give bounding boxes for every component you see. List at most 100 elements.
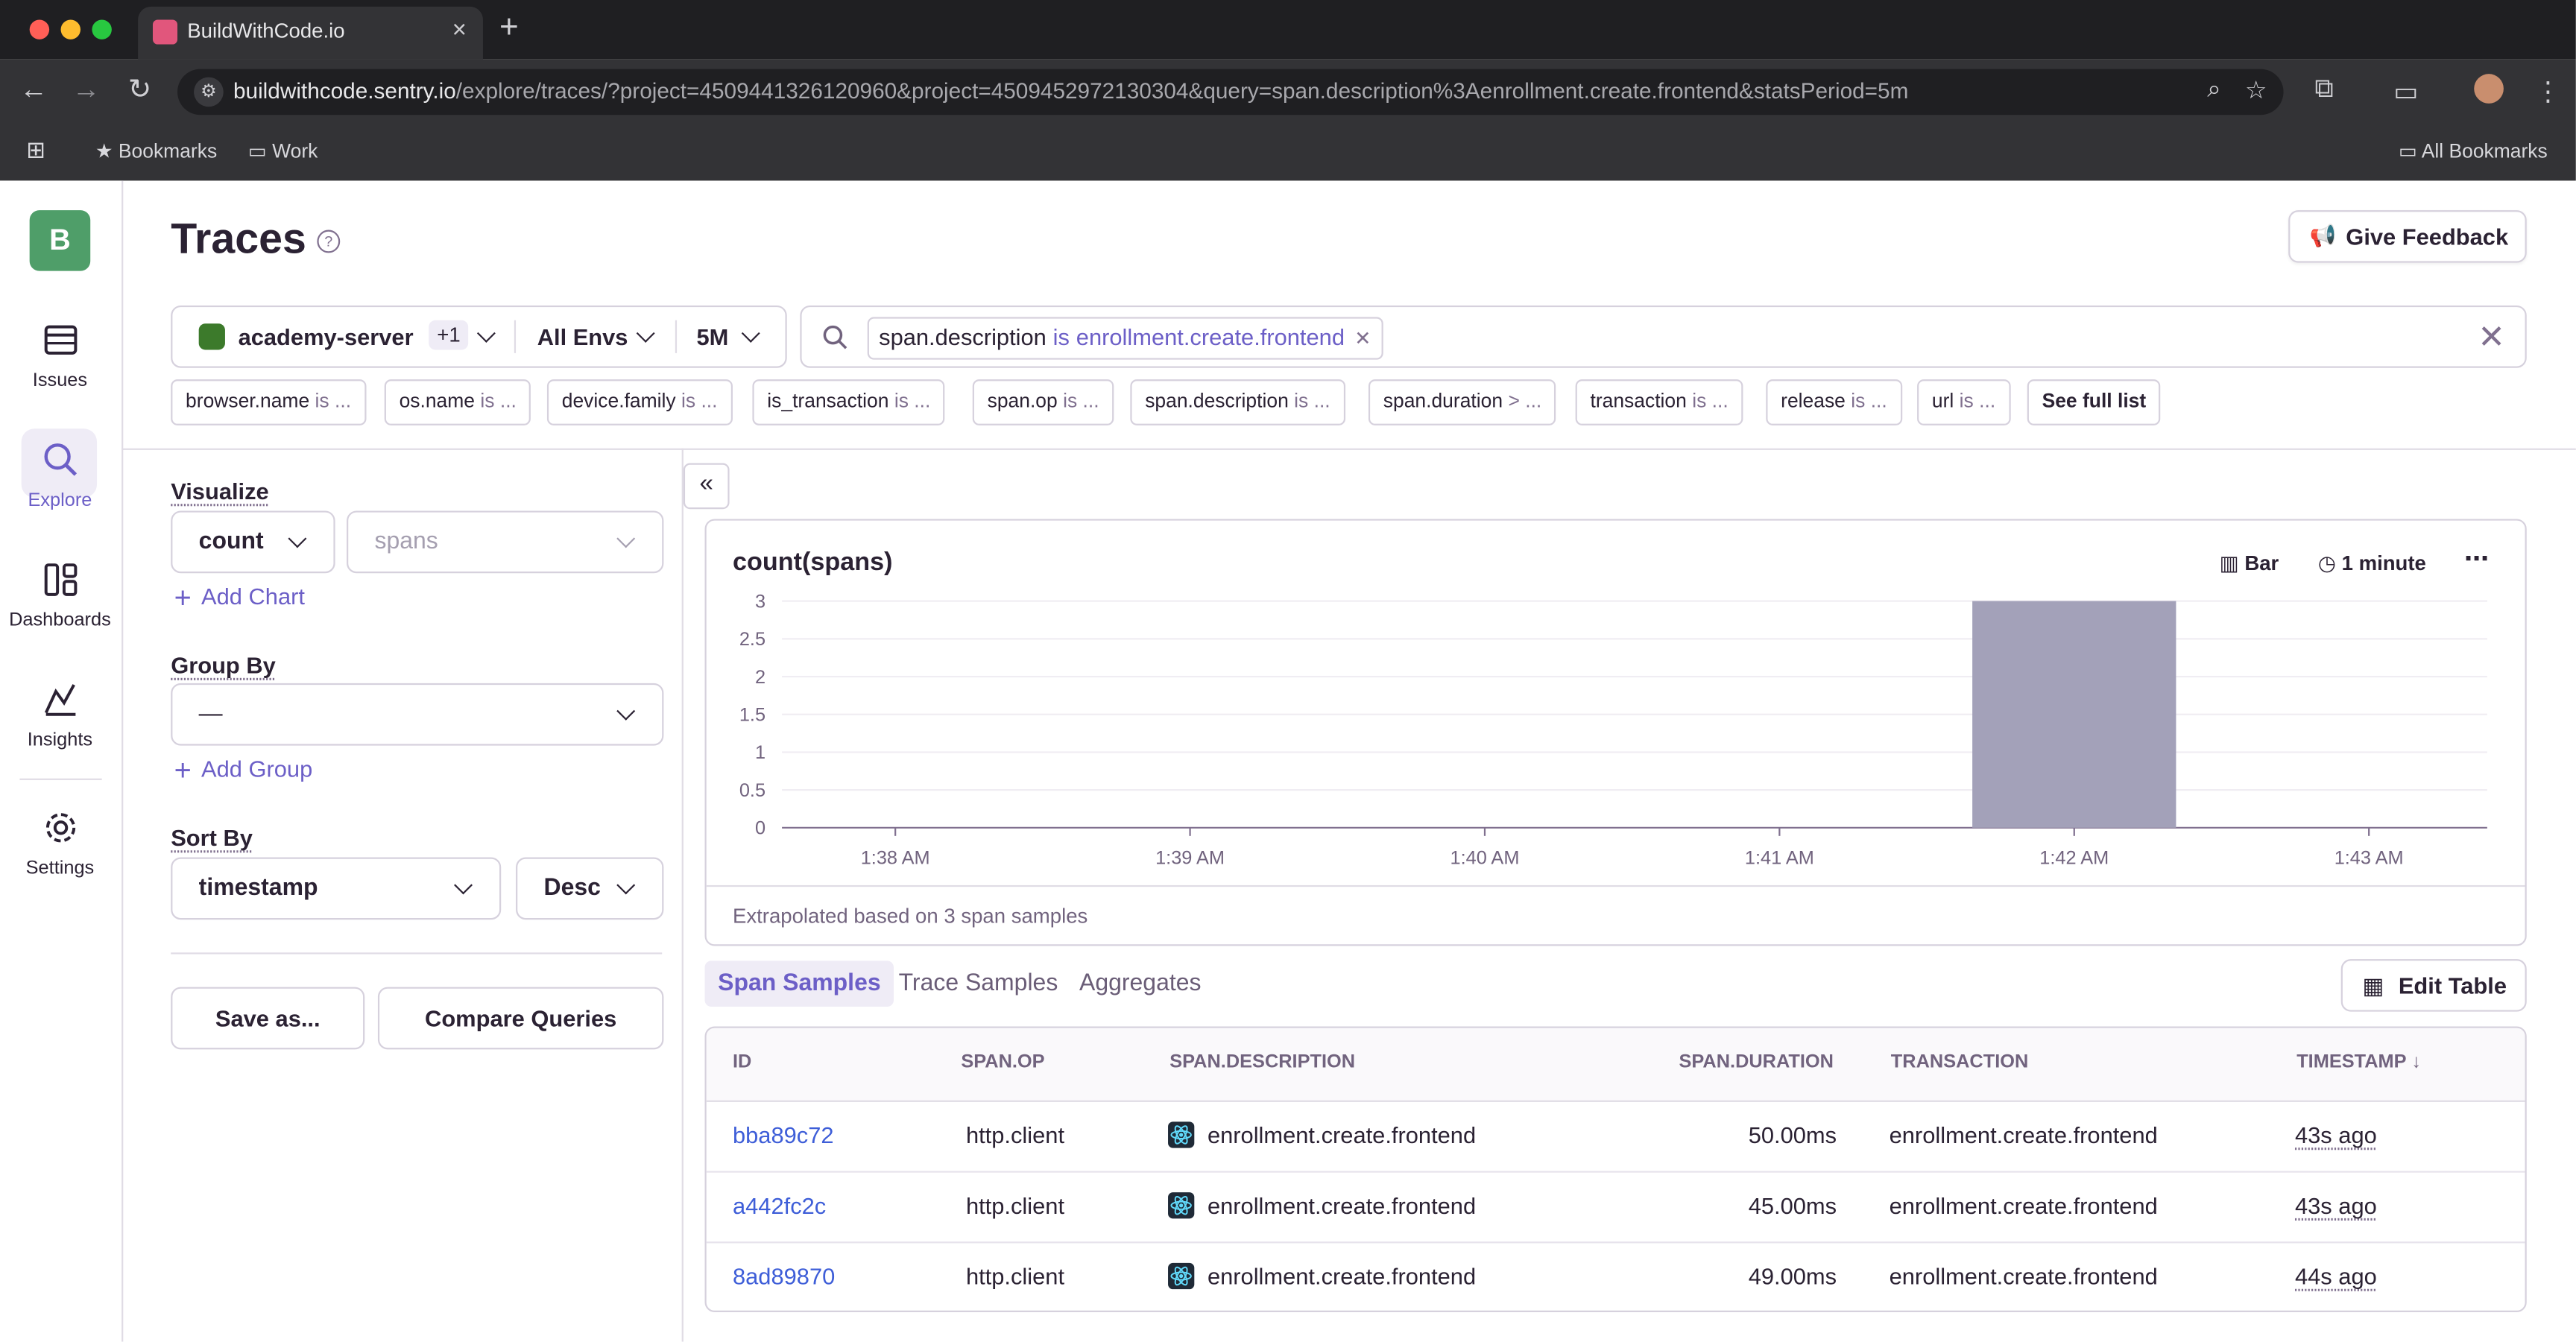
address-bar[interactable]: ⚙ buildwithcode.sentry.io/explore/traces… [177,69,2284,115]
y-tick-label: 0.5 [739,780,765,801]
column-header-timestamp[interactable]: TIMESTAMP ↓ [2296,1053,2421,1072]
column-header-transaction[interactable]: TRANSACTION [1891,1053,2028,1072]
site-info-icon[interactable]: ⚙ [194,77,224,107]
span-id-link[interactable]: a442fc2c [733,1192,826,1218]
visualize-function-select[interactable]: count [171,510,335,574]
reload-icon[interactable]: ↻ [128,74,151,107]
all-bookmarks[interactable]: ▭ All Bookmarks [2399,139,2548,162]
timestamp-cell[interactable]: 43s ago [2295,1121,2377,1148]
chart-bar[interactable] [1972,601,2176,828]
filter-suggestion-chip[interactable]: span.description is ... [1130,379,1345,425]
filter-suggestion-chip[interactable]: device.family is ... [546,379,733,425]
clear-search-icon[interactable]: ✕ [2478,317,2505,358]
menu-kebab-icon[interactable]: ⋮ [2535,75,2561,108]
divider [121,448,2576,450]
forward-arrow-icon[interactable]: → [72,74,100,107]
zoom-icon[interactable]: ⌕ [2207,75,2221,103]
chevron-down-icon [636,323,655,343]
column-header-span-description[interactable]: SPAN.DESCRIPTION [1169,1053,1355,1072]
filter-suggestion-chip[interactable]: url is ... [1917,379,2011,425]
help-icon[interactable]: ? [317,230,341,253]
apps-grid-icon[interactable]: ⊞ [26,136,45,164]
timestamp-cell[interactable]: 44s ago [2295,1263,2377,1289]
tab-span-samples[interactable]: Span Samples [704,960,894,1007]
sidebar-item-settings[interactable]: Settings [0,806,120,879]
environment-selector[interactable]: All Envs [517,307,670,366]
bookmark-bookmarks[interactable]: ★ Bookmarks [95,139,217,162]
span-description-cell: enrollment.create.frontend [1168,1121,1476,1148]
period-selector[interactable]: 5M [678,307,783,366]
divider [171,952,663,955]
profile-avatar[interactable] [2474,74,2504,104]
column-header-id[interactable]: ID [733,1053,751,1072]
timestamp-cell[interactable]: 43s ago [2295,1192,2377,1218]
give-feedback-button[interactable]: 📢 Give Feedback [2288,210,2527,263]
filter-suggestion-chip[interactable]: os.name is ... [384,379,531,425]
org-avatar[interactable]: B [29,210,91,271]
tab-aggregates[interactable]: Aggregates [1066,960,1214,1007]
dashboards-icon [43,563,77,596]
table-row[interactable]: bba89c72 http.client enrollment.create.fro… [706,1101,2525,1173]
save-as-button[interactable]: Save as... [171,987,365,1050]
bookmark-work[interactable]: ▭ Work [248,139,318,162]
search-input[interactable]: span.description is enrollment.create.fron… [800,305,2527,368]
sort-field-select[interactable]: timestamp [171,857,502,920]
filter-suggestion-chip[interactable]: transaction is ... [1575,379,1743,425]
new-tab-icon[interactable]: + [499,10,519,48]
group-by-label: Group By [171,651,276,679]
project-selector[interactable]: academy-server +1 [172,307,509,366]
close-window-button[interactable] [29,19,50,39]
chevron-down-icon [454,876,473,895]
see-full-list-button[interactable]: See full list [2027,379,2162,425]
span-id-link[interactable]: bba89c72 [733,1121,834,1148]
tab-trace-samples[interactable]: Trace Samples [886,960,1071,1007]
column-header-span-op[interactable]: SPAN.OP [961,1053,1044,1072]
project-count-badge: +1 [429,320,469,350]
issues-icon [43,325,77,355]
span-op-cell: http.client [965,1192,1065,1219]
maximize-window-button[interactable] [92,19,112,39]
sidebar: B Issues Explore Dashboards Insights Set… [0,180,124,1342]
edit-table-button[interactable]: ▦ Edit Table [2340,959,2527,1012]
column-header-span-duration[interactable]: SPAN.DURATION [1679,1053,1833,1072]
sort-desc-arrow-icon: ↓ [2411,1052,2421,1073]
table-row[interactable]: a442fc2c http.client enrollment.create.fro… [706,1171,2525,1244]
search-filter-token[interactable]: span.description is enrollment.create.fron… [867,317,1383,360]
sidebar-divider [19,778,102,780]
add-group-button[interactable]: + Add Group [174,754,313,788]
filter-suggestion-chip[interactable]: span.op is ... [972,379,1114,425]
filter-suggestion-chip[interactable]: browser.name is ... [171,379,366,425]
browser-tab[interactable]: BuildWithCode.io × [138,6,483,60]
span-duration-cell: 49.00ms [1748,1262,1837,1290]
compare-queries-button[interactable]: Compare Queries [377,987,664,1050]
group-by-select[interactable]: — [171,683,664,746]
browser-tabstrip: BuildWithCode.io × + [0,0,2576,60]
bookmark-star-icon[interactable]: ☆ [2245,75,2267,105]
x-tick-label: 1:40 AM [1450,847,1520,868]
sort-direction-select[interactable]: Desc [516,857,664,920]
add-chart-button[interactable]: + Add Chart [174,581,305,615]
filter-suggestion-chip[interactable]: release is ... [1766,379,1902,425]
sidebar-item-dashboards[interactable]: Dashboards [0,558,120,630]
sidebar-item-insights[interactable]: Insights [0,678,120,750]
filter-suggestion-chip[interactable]: span.duration > ... [1368,379,1557,425]
collapse-sidebar-button[interactable]: « [683,463,730,510]
extensions-icon[interactable]: ⧉ [2314,75,2333,105]
minimize-window-button[interactable] [60,19,80,39]
cast-icon[interactable]: ▭ [2393,75,2418,108]
visualize-field-select[interactable]: spans [347,510,664,574]
sidebar-item-issues[interactable]: Issues [0,319,120,391]
remove-token-icon[interactable]: ✕ [1354,327,1371,350]
x-tick-label: 1:38 AM [861,847,930,868]
divider [681,448,684,1342]
chevron-down-icon [741,323,760,343]
back-arrow-icon[interactable]: ← [19,74,47,107]
span-id-link[interactable]: 8ad89870 [733,1263,835,1289]
tab-close-icon[interactable]: × [452,16,467,44]
url-text: buildwithcode.sentry.io/explore/traces/?… [233,78,1909,104]
insights-icon [43,684,75,716]
filter-suggestion-chip[interactable]: is_transaction is ... [752,379,946,425]
table-row[interactable]: 8ad89870 http.client enrollment.create.fro… [707,1241,2525,1311]
x-tick-label: 1:39 AM [1155,847,1225,868]
sidebar-item-explore[interactable]: Explore [0,428,120,510]
